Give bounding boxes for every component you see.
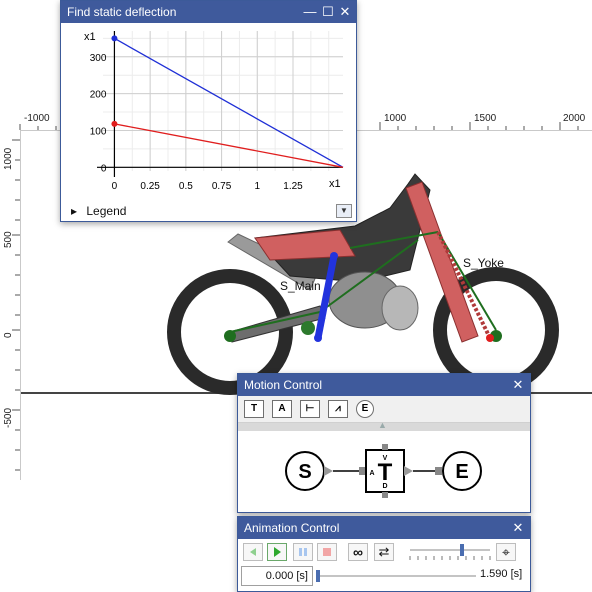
x-multiplier: x1 <box>329 178 341 190</box>
swingarm-pivot-joint[interactable] <box>301 321 315 335</box>
x-tick-labels: 0 0.25 0.5 0.75 1 1.25 <box>112 181 304 192</box>
close-icon[interactable]: ✕ <box>510 517 526 539</box>
t-block-label: T <box>378 459 393 486</box>
swap-button[interactable]: ⇄ <box>374 543 394 561</box>
y-tick-label: 200 <box>90 90 107 101</box>
animation-title: Animation Control <box>244 521 340 535</box>
play-icon <box>274 547 281 557</box>
animation-title-bar[interactable]: Animation Control ✕ <box>238 517 530 539</box>
step-back-button[interactable] <box>243 543 263 561</box>
curve-tool-button[interactable]: ⩘ <box>328 400 348 418</box>
a-label: A <box>369 470 374 477</box>
speed-slider[interactable] <box>408 542 492 562</box>
v-label: V <box>383 455 388 462</box>
chart-axes <box>97 31 343 177</box>
maximize-icon[interactable]: ☐ <box>320 1 336 23</box>
left-ruler: 1000 500 0 -500 <box>0 130 21 480</box>
t-in-port <box>359 467 366 475</box>
x-tick-label: 0 <box>112 181 118 192</box>
x-tick-label: 0.5 <box>179 181 193 192</box>
legend-label: Legend <box>86 204 127 218</box>
target-button[interactable]: ⌖ <box>496 543 516 561</box>
current-time-field[interactable]: 0.000 [s] <box>241 566 313 586</box>
x-tick-label: 1.25 <box>283 181 303 192</box>
deflection-chart[interactable]: x1 x1 300 200 100 0 0 0.25 0.5 0.75 1 1.25 <box>61 23 356 201</box>
s-yoke-label: S_Yoke <box>463 256 504 270</box>
left-ruler-label: 500 <box>3 231 14 248</box>
series-point <box>111 35 118 42</box>
top-ruler-label: -1000 <box>24 113 50 124</box>
d-label: D <box>382 483 387 490</box>
motion-title: Motion Control <box>244 378 323 392</box>
pause-button[interactable] <box>293 543 313 561</box>
loop-button[interactable]: ∞ <box>348 543 368 561</box>
speed-slider-ticks <box>409 556 491 560</box>
end-tool-button[interactable]: E <box>356 400 374 418</box>
series-line <box>114 37 344 168</box>
start-node-label: S <box>298 461 311 483</box>
t-top-port <box>382 444 388 450</box>
top-ruler-label: 1000 <box>384 113 407 124</box>
t-bottom-port <box>382 492 388 498</box>
acceleration-tool-button[interactable]: A <box>272 400 292 418</box>
y-tick-label: 100 <box>90 126 107 137</box>
end-time-label: 1.590 [s] <box>480 568 523 580</box>
close-icon[interactable]: ✕ <box>337 1 353 23</box>
legend-dropdown-button[interactable]: ▼ <box>336 204 352 218</box>
time-scrubber-thumb[interactable] <box>316 570 320 582</box>
x-tick-label: 0.25 <box>140 181 160 192</box>
end-node-label: E <box>455 461 468 483</box>
animation-control-panel[interactable]: Animation Control ✕ ∞ ⇄ ⌖ 0.000 [s] 1.59… <box>237 516 531 592</box>
deflection-title-bar[interactable]: Find static deflection — ☐ ✕ <box>61 1 356 23</box>
collapse-arrow-icon[interactable]: ▲ <box>378 420 387 430</box>
x-tick-label: 0.75 <box>212 181 232 192</box>
deflection-panel[interactable]: Find static deflection — ☐ ✕ x1 x1 300 20… <box>60 0 357 222</box>
s-main-label: S_Main <box>280 279 321 293</box>
stop-button[interactable] <box>317 543 337 561</box>
close-icon[interactable]: ✕ <box>510 374 526 396</box>
left-ruler-label: -500 <box>3 407 14 428</box>
motion-title-bar[interactable]: Motion Control ✕ <box>238 374 530 396</box>
top-ruler-label: 1500 <box>474 113 497 124</box>
motion-toolbar: T A ⊢ ⩘ E <box>238 396 530 423</box>
rear-axle-joint[interactable] <box>224 330 236 342</box>
play-button[interactable] <box>267 543 287 561</box>
end-in-port <box>435 467 442 475</box>
motion-control-panel[interactable]: Motion Control ✕ T A ⊢ ⩘ E ▲ S T V A D E <box>237 373 531 513</box>
time-scrubber[interactable] <box>316 569 478 583</box>
time-tool-button[interactable]: T <box>244 400 264 418</box>
chart-series <box>111 35 344 168</box>
step-back-icon <box>250 548 256 556</box>
motion-diagram[interactable]: S T V A D E <box>238 432 530 510</box>
left-ruler-label: 1000 <box>3 147 14 170</box>
engine-cover[interactable] <box>381 285 419 331</box>
speed-slider-thumb[interactable] <box>460 544 464 556</box>
start-connector <box>324 466 333 476</box>
legend-arrow-icon[interactable]: ▸ <box>71 204 77 218</box>
minimize-icon[interactable]: — <box>302 1 318 23</box>
y-multiplier: x1 <box>84 31 96 43</box>
pause-icon <box>299 548 307 556</box>
y-tick-label: 300 <box>90 53 107 64</box>
t-out-connector <box>404 466 413 476</box>
stop-icon <box>323 548 331 556</box>
left-ruler-label: 0 <box>3 332 14 338</box>
frame-side-panel[interactable] <box>254 229 356 261</box>
series-point <box>111 120 118 127</box>
y-tick-labels: 300 200 100 0 <box>90 53 107 175</box>
displacement-tool-button[interactable]: ⊢ <box>300 400 320 418</box>
legend-row[interactable]: ▸ Legend <box>71 204 126 218</box>
top-ruler-label: 2000 <box>563 113 586 124</box>
deflection-title: Find static deflection <box>67 5 177 19</box>
collapse-bar[interactable]: ▲ <box>238 420 530 431</box>
y-tick-label: 0 <box>101 163 107 174</box>
x-tick-label: 1 <box>255 181 261 192</box>
